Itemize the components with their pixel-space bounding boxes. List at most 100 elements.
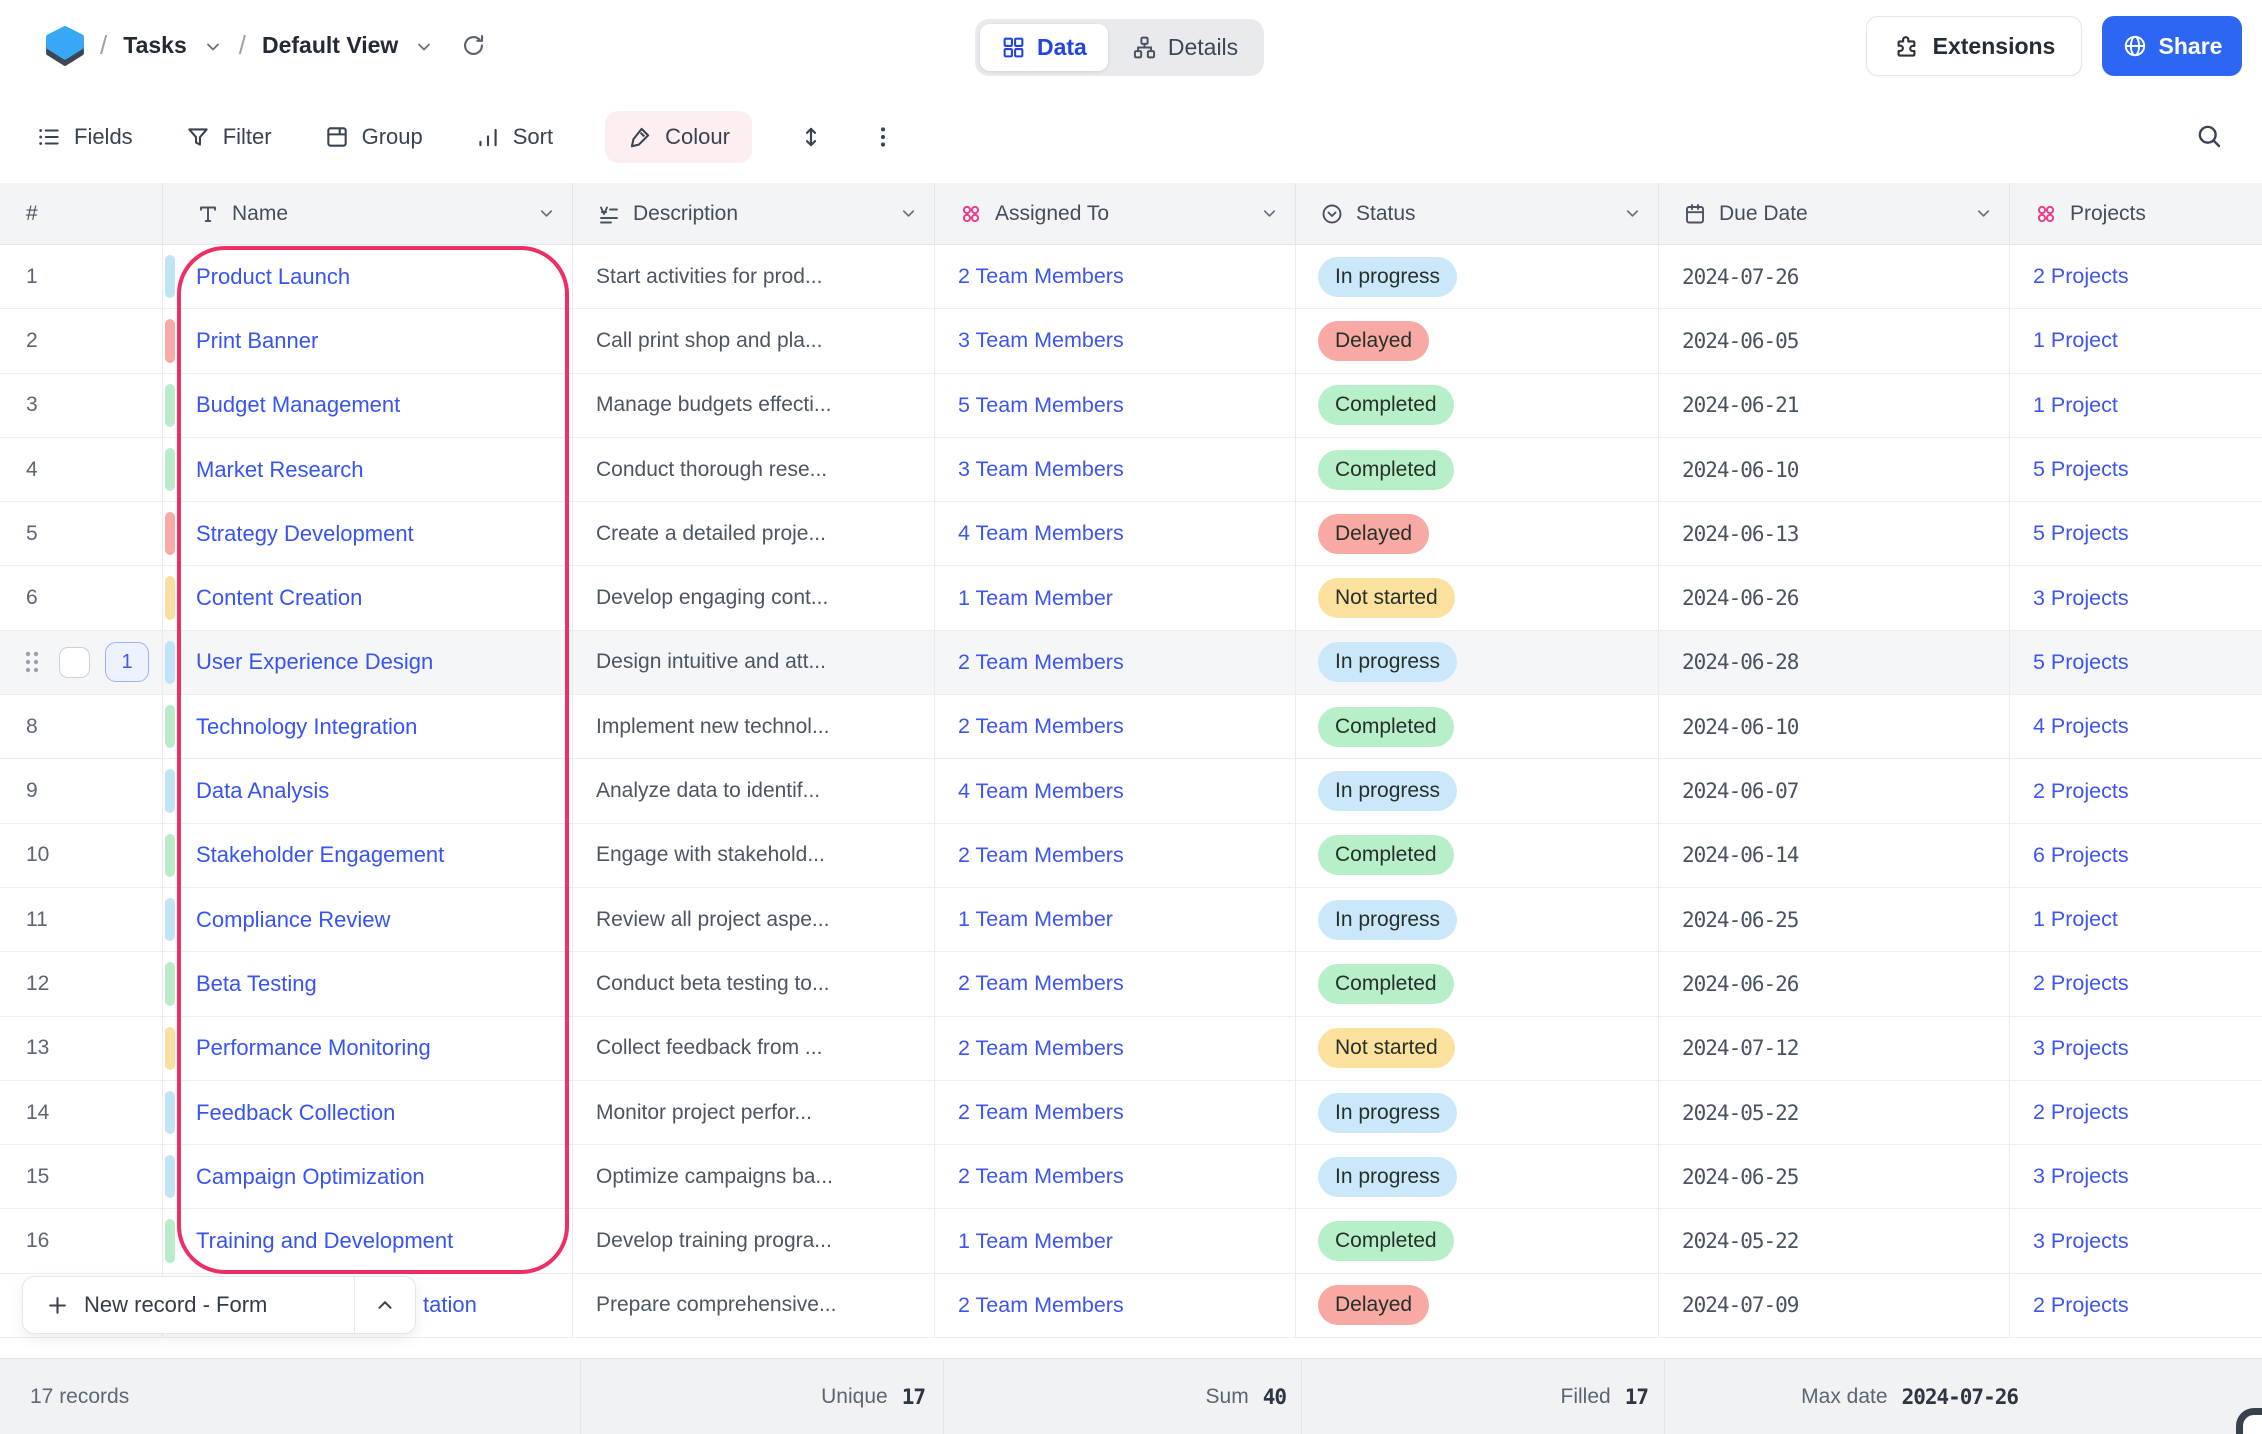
- row-index-cell[interactable]: 6: [0, 566, 163, 631]
- projects-link[interactable]: 3 Projects: [2033, 1164, 2129, 1189]
- status-cell[interactable]: Completed: [1296, 952, 1659, 1017]
- drag-handle-icon[interactable]: [20, 647, 44, 677]
- colour-button[interactable]: Colour: [605, 111, 752, 163]
- task-name-cell[interactable]: Beta Testing: [163, 952, 573, 1017]
- task-name-cell[interactable]: Data Analysis: [163, 759, 573, 824]
- due-date-cell[interactable]: 2024-06-10: [1659, 437, 2010, 503]
- row-index-cell[interactable]: 4: [0, 437, 163, 503]
- status-cell[interactable]: Not started: [1296, 1016, 1659, 1081]
- due-date-cell[interactable]: 2024-05-22: [1659, 1209, 2010, 1274]
- due-date-cell[interactable]: 2024-06-25: [1659, 887, 2010, 953]
- assigned-to-cell[interactable]: 1 Team Member: [935, 887, 1296, 953]
- assigned-to-cell[interactable]: 2 Team Members: [935, 1016, 1296, 1081]
- row-index-cell[interactable]: 14: [0, 1080, 163, 1146]
- projects-link[interactable]: 5 Projects: [2033, 457, 2129, 482]
- task-name-cell[interactable]: Market Research: [163, 437, 573, 503]
- chevron-down-icon[interactable]: [414, 37, 434, 57]
- table-row[interactable]: 4 Market Research Conduct thorough rese.…: [0, 437, 2262, 503]
- assigned-to-cell[interactable]: 1 Team Member: [935, 566, 1296, 631]
- task-name-cell[interactable]: Print Banner: [163, 309, 573, 374]
- due-date-cell[interactable]: 2024-07-09: [1659, 1273, 2010, 1339]
- due-date-cell[interactable]: 2024-06-28: [1659, 630, 2010, 696]
- table-row[interactable]: 3 Budget Management Manage budgets effec…: [0, 373, 2262, 438]
- status-cell[interactable]: Delayed: [1296, 1273, 1659, 1339]
- chevron-down-icon[interactable]: [1974, 204, 1993, 223]
- projects-link[interactable]: 5 Projects: [2033, 521, 2129, 546]
- stat-max-date[interactable]: Max date 2024-07-26: [1801, 1359, 2019, 1434]
- task-name-link[interactable]: Budget Management: [196, 392, 400, 418]
- assigned-to-cell[interactable]: 3 Team Members: [935, 437, 1296, 503]
- projects-cell[interactable]: 2 Projects: [2010, 759, 2262, 824]
- assigned-to-cell[interactable]: 3 Team Members: [935, 309, 1296, 374]
- chevron-down-icon[interactable]: [537, 204, 556, 223]
- projects-cell[interactable]: 3 Projects: [2010, 566, 2262, 631]
- task-description-cell[interactable]: Design intuitive and att...: [573, 630, 935, 696]
- assigned-to-link[interactable]: 2 Team Members: [958, 971, 1124, 996]
- table-row[interactable]: 2 Print Banner Call print shop and pla..…: [0, 309, 2262, 374]
- task-name-link[interactable]: Training and Development: [196, 1228, 453, 1254]
- assigned-to-link[interactable]: 2 Team Members: [958, 843, 1124, 868]
- task-name-cell[interactable]: Content Creation: [163, 566, 573, 631]
- projects-cell[interactable]: 2 Projects: [2010, 1274, 2262, 1339]
- due-date-cell[interactable]: 2024-06-05: [1659, 309, 2010, 374]
- assigned-to-link[interactable]: 1 Team Member: [958, 907, 1113, 932]
- row-index-cell[interactable]: 5: [0, 502, 163, 567]
- row-index-cell[interactable]: 2: [0, 309, 163, 374]
- projects-cell[interactable]: 4 Projects: [2010, 695, 2262, 760]
- task-description-cell[interactable]: Manage budgets effecti...: [573, 373, 935, 438]
- row-index-cell[interactable]: 11: [0, 887, 163, 953]
- row-index-cell[interactable]: 12: [0, 952, 163, 1017]
- projects-cell[interactable]: 5 Projects: [2010, 438, 2262, 503]
- task-description-cell[interactable]: Start activities for prod...: [573, 245, 935, 310]
- row-expand-badge[interactable]: 1: [105, 642, 149, 683]
- stat-sum[interactable]: Sum 40: [1206, 1359, 1287, 1434]
- breadcrumb-table-name[interactable]: Tasks: [123, 32, 187, 59]
- projects-cell[interactable]: 1 Project: [2010, 309, 2262, 374]
- task-description-cell[interactable]: Create a detailed proje...: [573, 502, 935, 567]
- task-name-cell[interactable]: Training and Development: [163, 1209, 573, 1274]
- chevron-down-icon[interactable]: [203, 37, 223, 57]
- projects-cell[interactable]: 1 Project: [2010, 374, 2262, 438]
- refresh-icon[interactable]: [460, 32, 487, 59]
- table-row[interactable]: 14 Feedback Collection Monitor project p…: [0, 1080, 2262, 1146]
- column-header-description[interactable]: Description: [573, 183, 935, 245]
- chevron-down-icon[interactable]: [1623, 204, 1642, 223]
- new-record-main[interactable]: New record - Form: [23, 1292, 354, 1318]
- task-name-link[interactable]: Print Banner: [196, 328, 318, 354]
- assigned-to-cell[interactable]: 4 Team Members: [935, 502, 1296, 567]
- projects-cell[interactable]: 2 Projects: [2010, 245, 2262, 310]
- table-row[interactable]: 5 Strategy Development Create a detailed…: [0, 502, 2262, 567]
- assigned-to-link[interactable]: 4 Team Members: [958, 521, 1124, 546]
- task-name-link[interactable]: Compliance Review: [196, 907, 390, 933]
- assigned-to-link[interactable]: 2 Team Members: [958, 1100, 1124, 1125]
- assigned-to-link[interactable]: 2 Team Members: [958, 264, 1124, 289]
- table-row[interactable]: 12 Beta Testing Conduct beta testing to.…: [0, 952, 2262, 1017]
- fields-button[interactable]: Fields: [36, 124, 133, 150]
- due-date-cell[interactable]: 2024-06-26: [1659, 952, 2010, 1017]
- assigned-to-link[interactable]: 1 Team Member: [958, 586, 1113, 611]
- status-cell[interactable]: In progress: [1296, 1145, 1659, 1210]
- task-name-cell[interactable]: Compliance Review: [163, 887, 573, 953]
- assigned-to-link[interactable]: 1 Team Member: [958, 1229, 1113, 1254]
- assigned-to-link[interactable]: 4 Team Members: [958, 779, 1124, 804]
- task-description-cell[interactable]: Analyze data to identif...: [573, 759, 935, 824]
- assigned-to-cell[interactable]: 1 Team Member: [935, 1209, 1296, 1274]
- projects-cell[interactable]: 2 Projects: [2010, 952, 2262, 1017]
- assigned-to-cell[interactable]: 2 Team Members: [935, 630, 1296, 696]
- projects-link[interactable]: 5 Projects: [2033, 650, 2129, 675]
- status-cell[interactable]: In progress: [1296, 245, 1659, 310]
- due-date-cell[interactable]: 2024-07-12: [1659, 1016, 2010, 1081]
- assigned-to-cell[interactable]: 2 Team Members: [935, 1145, 1296, 1210]
- new-record-button[interactable]: New record - Form: [22, 1276, 416, 1334]
- filter-button[interactable]: Filter: [185, 124, 272, 150]
- projects-cell[interactable]: 3 Projects: [2010, 1145, 2262, 1210]
- task-name-link[interactable]: tation: [423, 1292, 477, 1318]
- app-logo[interactable]: [44, 26, 86, 66]
- task-name-link[interactable]: Strategy Development: [196, 521, 414, 547]
- extensions-button[interactable]: Extensions: [1866, 16, 2082, 76]
- assigned-to-cell[interactable]: 2 Team Members: [935, 1080, 1296, 1146]
- table-row[interactable]: 13 Performance Monitoring Collect feedba…: [0, 1016, 2262, 1081]
- assigned-to-link[interactable]: 2 Team Members: [958, 1293, 1124, 1318]
- column-header-due-date[interactable]: Due Date: [1659, 183, 2010, 245]
- projects-cell[interactable]: 3 Projects: [2010, 1017, 2262, 1081]
